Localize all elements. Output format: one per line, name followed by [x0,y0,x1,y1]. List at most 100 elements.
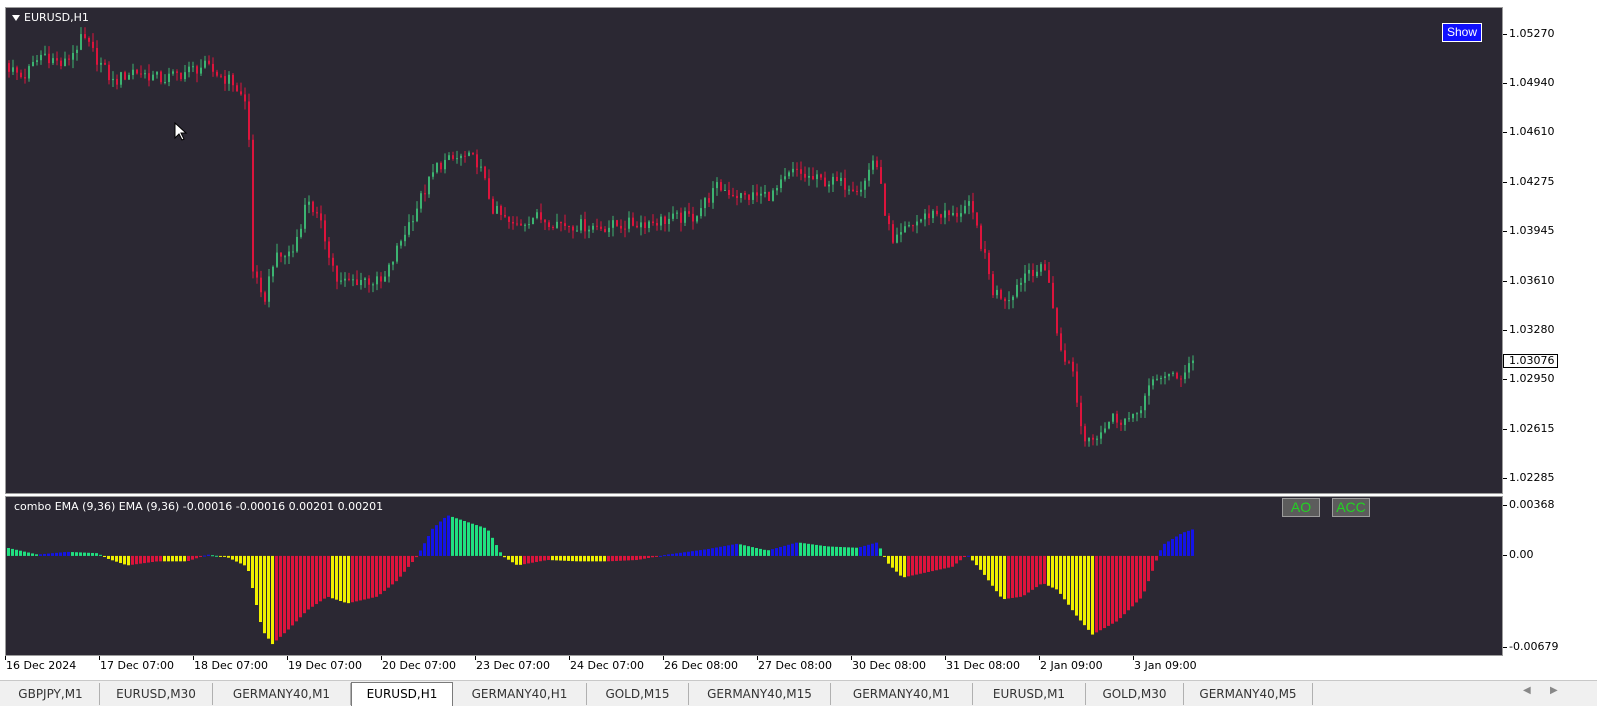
tab-germany40-m1[interactable]: GERMANY40,M1 [831,683,973,705]
candle [236,82,238,92]
candle [512,216,514,230]
histogram-bar [831,546,834,556]
candle [804,166,806,182]
tab-gold-m30[interactable]: GOLD,M30 [1086,683,1184,705]
histogram-bar [287,555,290,630]
histogram-bar [159,555,162,562]
candle [652,214,654,226]
histogram-bar [1047,555,1050,586]
histogram-bar [75,552,78,556]
tab-germany40-h1[interactable]: GERMANY40,H1 [453,683,587,705]
ao-button[interactable]: AO [1282,498,1320,517]
candle [684,207,686,227]
candle [272,265,274,283]
candle [76,45,78,61]
candle [720,179,722,192]
candle [1120,419,1122,431]
candle [140,65,142,78]
time-axis[interactable]: 16 Dec 2024 17 Dec 07:00 18 Dec 07:00 19 De… [5,656,1503,678]
candle [796,162,798,177]
tab-germany40-m5[interactable]: GERMANY40,M5 [1184,683,1313,705]
histogram-bar [619,555,622,561]
price-scale[interactable]: 1.05270 1.04940 1.04610 1.04275 1.03945 1.036… [1503,7,1597,494]
histogram-bar [199,555,202,557]
candle [848,185,850,195]
histogram-bar [11,548,14,556]
histogram-bar [635,555,638,561]
candle [972,192,974,220]
scroll-right-icon[interactable]: ▶ [1550,685,1558,696]
acc-button[interactable]: ACC [1332,498,1370,517]
candle [812,167,814,181]
tab-eurusd-m1[interactable]: EURUSD,M1 [973,683,1086,705]
candle [320,205,322,229]
histogram-bar [451,516,454,556]
candle [960,204,962,223]
histogram-bar [1059,555,1062,594]
triangle-down-icon[interactable] [12,14,20,21]
candle [204,55,206,69]
candle [224,69,226,91]
candle [312,200,314,216]
histogram-bar [787,544,790,556]
candle [340,272,342,285]
histogram-bar [195,555,198,559]
candle [240,82,242,96]
candle [1000,288,1002,301]
histogram-bar [819,545,822,556]
candle [432,163,434,180]
tab-eurusd-h1[interactable]: EURUSD,H1 [351,682,453,706]
candle [456,150,458,164]
candle [752,184,754,205]
histogram-bar [747,546,750,556]
candle [264,290,266,305]
candle [1092,434,1094,446]
histogram-bar [155,555,158,562]
candle [780,174,782,193]
candle [792,162,794,177]
chart-symbol-label[interactable]: EURUSD,H1 [12,11,89,24]
histogram-bar [55,552,58,556]
price-label: 1.03945 [1509,224,1555,238]
indicator-pane[interactable]: combo EMA (9,36) EMA (9,36) -0.00016 -0.… [5,496,1503,656]
candle [1072,357,1074,377]
combo-ema-histogram[interactable] [6,497,1502,655]
histogram-bar [679,552,682,556]
price-tick [1503,82,1507,84]
candlestick-chart[interactable] [6,8,1502,493]
price-chart-pane[interactable]: EURUSD,H1 Show [5,7,1503,494]
histogram-bar [639,555,642,560]
histogram-bar [675,553,678,556]
scroll-left-icon[interactable]: ◀ [1523,685,1531,696]
indicator-scale[interactable]: 0.00368 0.00 -0.00679 [1503,496,1597,656]
histogram-bar [659,555,662,557]
histogram-bar [583,555,586,562]
histogram-bar [1099,555,1102,631]
histogram-bar [1183,532,1186,556]
tab-gbpjpy-m1[interactable]: GBPJPY,M1 [2,683,100,705]
histogram-bar [295,555,298,622]
price-label: 1.04610 [1509,125,1555,139]
candle [740,192,742,203]
histogram-bar [715,547,718,556]
tab-germany40-m1[interactable]: GERMANY40,M1 [213,683,351,705]
histogram-bar [555,555,558,561]
candle [904,221,906,233]
histogram-bar [1091,555,1094,635]
histogram-bar [1075,555,1078,616]
tab-gold-m15[interactable]: GOLD,M15 [587,683,689,705]
candle [944,202,946,225]
histogram-bar [943,555,946,569]
candle [580,214,582,234]
tab-eurusd-m30[interactable]: EURUSD,M30 [100,683,213,705]
histogram-bar [647,555,650,558]
histogram-bar [127,555,130,566]
tab-germany40-m15[interactable]: GERMANY40,M15 [689,683,831,705]
histogram-bar [1079,555,1082,621]
histogram-bar [671,553,674,556]
candle [664,215,666,232]
histogram-bar [775,548,778,556]
show-button[interactable]: Show [1442,23,1482,42]
candle [556,213,558,229]
candle [608,220,610,238]
